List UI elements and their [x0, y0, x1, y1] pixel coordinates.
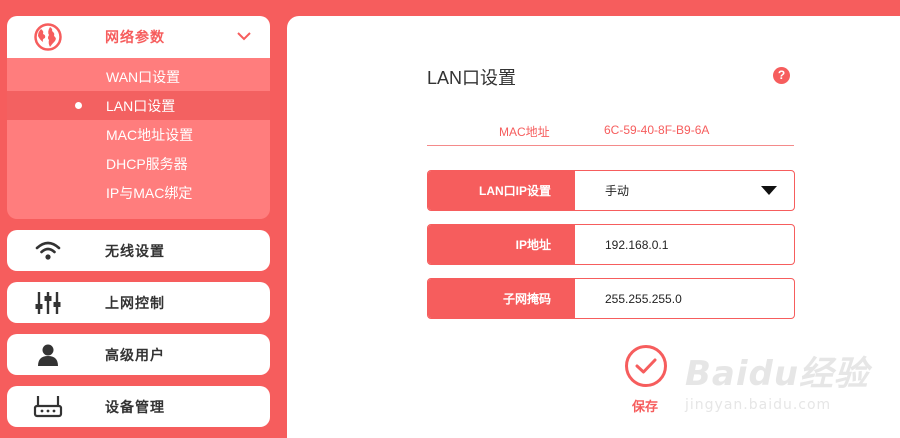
submenu-item-wan[interactable]: WAN口设置	[7, 62, 270, 91]
checkmark-icon	[635, 358, 657, 374]
nav-access-control[interactable]: 上网控制	[7, 282, 270, 323]
save-button[interactable]	[625, 345, 667, 387]
submenu-item-ip-mac-bind[interactable]: IP与MAC绑定	[7, 178, 270, 207]
baidu-watermark: Baidu经验 jingyan.baidu.com	[685, 346, 869, 413]
lan-ip-mode-field: LAN口IP设置 手动	[427, 170, 795, 211]
watermark-sub-text: jingyan.baidu.com	[685, 397, 832, 413]
nav-network-params[interactable]: 网络参数	[7, 16, 270, 58]
submenu-item-label: LAN口设置	[106, 97, 176, 114]
sidebar: 网络参数 WAN口设置 LAN口设置 MAC地址设置 DHCP服务器 IP与MA…	[0, 0, 285, 438]
submenu-item-mac[interactable]: MAC地址设置	[7, 120, 270, 149]
globe-icon	[23, 17, 73, 58]
dropdown-caret-icon	[761, 186, 777, 195]
mac-address-row: MAC地址 6C-59-40-8F-B9-6A	[427, 114, 794, 146]
nav-wireless-label: 无线设置	[105, 242, 165, 259]
submenu-item-label: IP与MAC绑定	[106, 184, 193, 201]
nav-wireless[interactable]: 无线设置	[7, 230, 270, 271]
submenu-item-dhcp[interactable]: DHCP服务器	[7, 149, 270, 178]
nav-device-management[interactable]: 设备管理	[7, 386, 270, 427]
help-icon[interactable]: ?	[773, 67, 790, 84]
submenu-item-label: MAC地址设置	[106, 126, 194, 143]
sliders-icon	[23, 282, 73, 323]
nav-advanced-user[interactable]: 高级用户	[7, 334, 270, 375]
lan-ip-mode-label: LAN口IP设置	[428, 171, 575, 210]
subnet-mask-field: 子网掩码 255.255.255.0	[427, 278, 795, 319]
subnet-mask-input[interactable]: 255.255.255.0	[575, 279, 794, 318]
page-title: LAN口设置	[427, 68, 517, 88]
user-icon	[23, 334, 73, 375]
ip-address-label: IP地址	[428, 225, 575, 264]
nav-network-label: 网络参数	[105, 29, 165, 45]
wifi-icon	[23, 230, 73, 271]
lan-ip-mode-select[interactable]: 手动	[575, 171, 794, 210]
mac-address-label: MAC地址	[499, 125, 550, 139]
submenu-item-label: WAN口设置	[106, 68, 181, 85]
mac-address-value: 6C-59-40-8F-B9-6A	[604, 123, 710, 137]
nav-access-control-label: 上网控制	[105, 294, 165, 311]
nav-device-management-label: 设备管理	[105, 398, 165, 415]
submenu-item-lan[interactable]: LAN口设置	[7, 91, 270, 120]
ip-address-field: IP地址 192.168.0.1	[427, 224, 795, 265]
router-icon	[23, 386, 73, 427]
chevron-down-icon[interactable]	[236, 28, 252, 49]
selected-dot-icon	[75, 102, 82, 109]
lan-ip-mode-value: 手动	[605, 184, 630, 198]
main-panel: LAN口设置 ? MAC地址 6C-59-40-8F-B9-6A LAN口IP设…	[287, 16, 900, 438]
ip-address-input[interactable]: 192.168.0.1	[575, 225, 794, 264]
watermark-main-text: Baidu经验	[685, 354, 870, 394]
nav-advanced-user-label: 高级用户	[105, 346, 165, 363]
save-label[interactable]: 保存	[632, 396, 658, 415]
network-submenu: WAN口设置 LAN口设置 MAC地址设置 DHCP服务器 IP与MAC绑定	[7, 58, 270, 219]
submenu-item-label: DHCP服务器	[106, 155, 188, 172]
subnet-mask-label: 子网掩码	[428, 279, 575, 318]
